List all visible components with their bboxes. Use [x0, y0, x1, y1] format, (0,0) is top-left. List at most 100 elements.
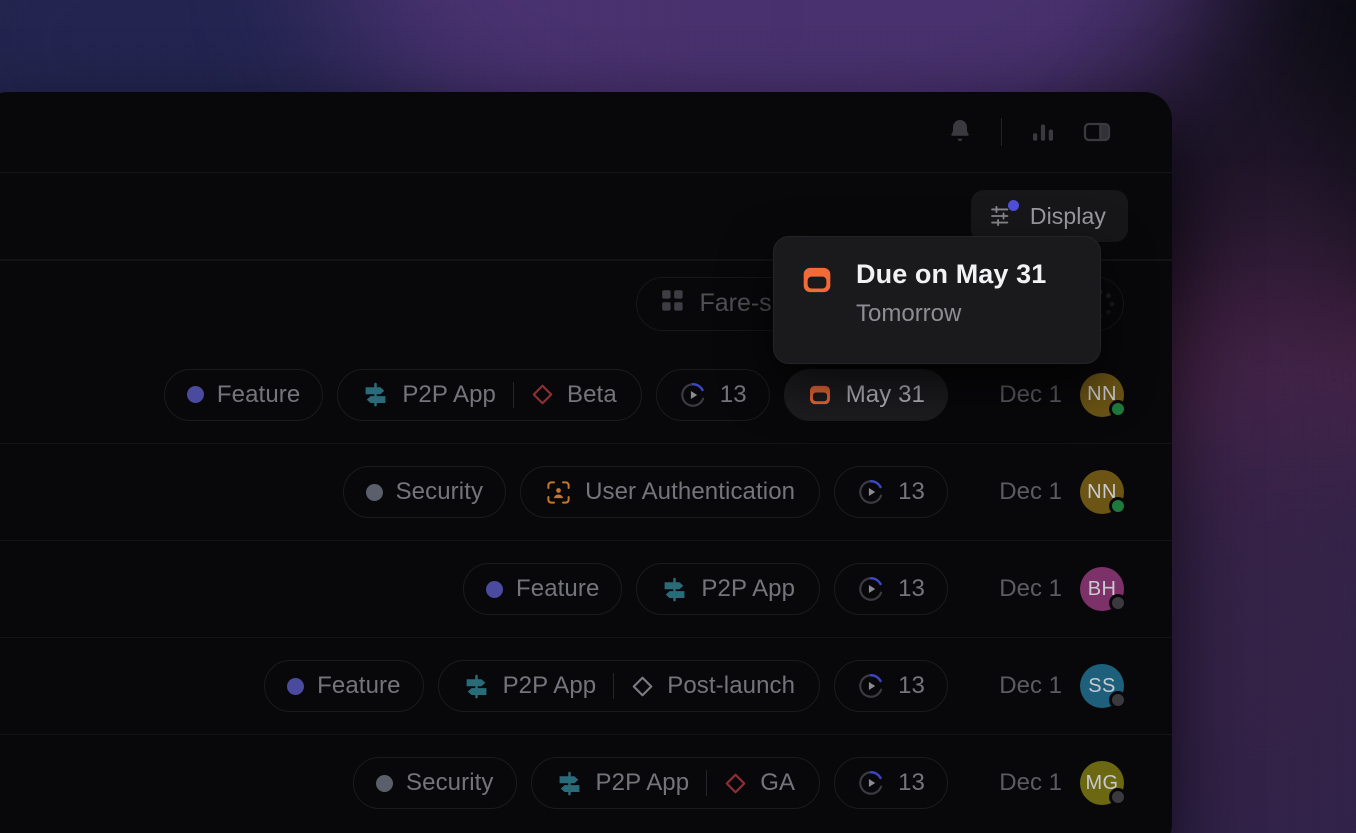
label-chip-text: Security	[395, 478, 484, 505]
table-row[interactable]: Security User Authentication 13 Dec 1 NN	[0, 443, 1172, 540]
progress-play-icon	[857, 575, 885, 603]
due-date-chip-text: May 31	[845, 380, 925, 408]
progress-chip-text: 13	[898, 672, 925, 699]
row-chips: Feature P2P App 13	[462, 563, 948, 615]
progress-chip-text: 13	[898, 478, 925, 505]
tooltip-title: Due on May 31	[856, 259, 1047, 289]
status-dot	[365, 483, 383, 501]
label-chip[interactable]: Feature	[163, 368, 324, 421]
label-chip[interactable]: Feature	[462, 563, 623, 615]
table-row[interactable]: Feature P2P App Post-launch 13 Dec 1 SS	[0, 637, 1172, 734]
progress-chip-text: 13	[898, 575, 925, 602]
top-bar-actions	[933, 92, 1124, 172]
presence-indicator	[1109, 399, 1127, 418]
due-date-tooltip: Due on May 31 Tomorrow	[773, 236, 1101, 364]
presence-indicator	[1109, 594, 1127, 612]
dot-icon	[186, 386, 204, 403]
project-chip-subtext: Post-launch	[667, 672, 796, 699]
project-chip-text: P2P App	[701, 575, 796, 602]
progress-play-icon	[857, 478, 885, 506]
label-chip-text: Feature	[216, 380, 301, 408]
created-date: Dec 1	[999, 672, 1062, 699]
progress-play-icon	[679, 381, 707, 409]
display-button-label: Display	[1029, 202, 1106, 229]
user-scan-icon	[545, 479, 572, 506]
row-chips: Feature P2P App Post-launch 13	[264, 660, 948, 712]
signpost-icon	[463, 673, 490, 700]
signpost-icon	[362, 381, 389, 408]
tooltip-subtitle: Tomorrow	[856, 300, 962, 327]
project-chip-text: User Authentication	[585, 478, 796, 505]
signpost-icon	[556, 770, 583, 797]
row-chips: Security P2P App GA 13	[353, 757, 948, 809]
calendar-icon	[807, 382, 833, 408]
progress-chip[interactable]: 13	[834, 757, 948, 809]
table-row[interactable]: Feature P2P App 13 Dec 1 BH	[0, 540, 1172, 637]
top-bar	[0, 92, 1172, 172]
diamond-icon	[631, 675, 654, 698]
diamond-icon	[724, 772, 747, 795]
presence-indicator	[1109, 497, 1127, 515]
label-chip-text: Feature	[515, 575, 600, 602]
project-chip[interactable]: P2P App Beta	[337, 368, 642, 421]
progress-chip-text: 13	[898, 769, 925, 796]
insights-bar-chart-icon[interactable]	[1016, 105, 1070, 159]
project-chip-text: P2P App	[502, 672, 597, 699]
created-date: Dec 1	[999, 478, 1062, 505]
progress-chip[interactable]: 13	[834, 466, 948, 518]
chip-divider	[706, 770, 708, 796]
table-row[interactable]: Security P2P App GA 13 Dec 1 MG	[0, 734, 1172, 831]
project-chip-text: P2P App	[402, 380, 496, 408]
display-button[interactable]: Display	[970, 190, 1128, 242]
avatar[interactable]: MG	[1080, 761, 1127, 806]
top-bar-divider	[1001, 118, 1002, 146]
label-chip-text: Feature	[317, 672, 401, 699]
progress-chip[interactable]: 13	[834, 563, 948, 615]
chip-divider	[613, 673, 615, 699]
project-chip[interactable]: P2P App	[636, 563, 821, 615]
project-chip[interactable]: User Authentication	[520, 466, 821, 518]
dot-icon	[376, 774, 394, 792]
progress-play-icon	[857, 769, 885, 797]
app-window: Display Fare-splitting feature iOS beta	[0, 92, 1172, 833]
project-chip-subtext: GA	[760, 769, 796, 796]
project-chip[interactable]: P2P App GA	[530, 757, 821, 809]
due-date-chip[interactable]: May 31	[783, 368, 948, 421]
avatar[interactable]: NN	[1080, 470, 1127, 515]
project-chip[interactable]: P2P App Post-launch	[437, 660, 821, 712]
progress-chip[interactable]: 13	[834, 660, 948, 712]
grid-squares-icon	[661, 289, 685, 318]
label-chip[interactable]: Security	[342, 466, 507, 518]
project-chip-text: P2P App	[595, 769, 690, 796]
created-date: Dec 1	[999, 380, 1062, 408]
calendar-icon	[800, 263, 834, 302]
project-chip-subtext: Beta	[567, 380, 617, 408]
progress-play-icon	[857, 672, 885, 700]
label-chip[interactable]: Security	[353, 757, 517, 809]
issue-list: Feature P2P App Beta 13 May 31 Dec 1 NN Securit…	[0, 346, 1172, 831]
avatar[interactable]: SS	[1080, 664, 1127, 709]
dot-icon	[287, 677, 305, 695]
sliders-icon	[989, 200, 1019, 228]
dot-icon	[365, 483, 383, 501]
signpost-icon	[661, 576, 688, 603]
row-chips: Feature P2P App Beta 13 May 31	[163, 368, 948, 421]
toggle-sidebar-panel-icon[interactable]	[1070, 105, 1124, 159]
display-badge-dot	[1007, 200, 1019, 211]
notifications-bell-icon[interactable]	[933, 105, 987, 159]
avatar[interactable]: BH	[1080, 567, 1127, 612]
presence-indicator	[1109, 788, 1127, 806]
row-chips: Security User Authentication 13	[342, 466, 948, 518]
label-chip-text: Security	[406, 769, 494, 796]
chip-divider	[513, 381, 514, 408]
dot-icon	[485, 580, 503, 598]
avatar[interactable]: NN	[1080, 372, 1127, 418]
progress-chip-text: 13	[719, 380, 747, 408]
status-dot	[287, 677, 305, 695]
progress-chip[interactable]: 13	[655, 368, 770, 421]
status-dot	[376, 774, 394, 792]
label-chip[interactable]: Feature	[264, 660, 424, 712]
status-dot	[485, 580, 503, 598]
diamond-icon	[531, 383, 554, 406]
created-date: Dec 1	[999, 769, 1062, 796]
